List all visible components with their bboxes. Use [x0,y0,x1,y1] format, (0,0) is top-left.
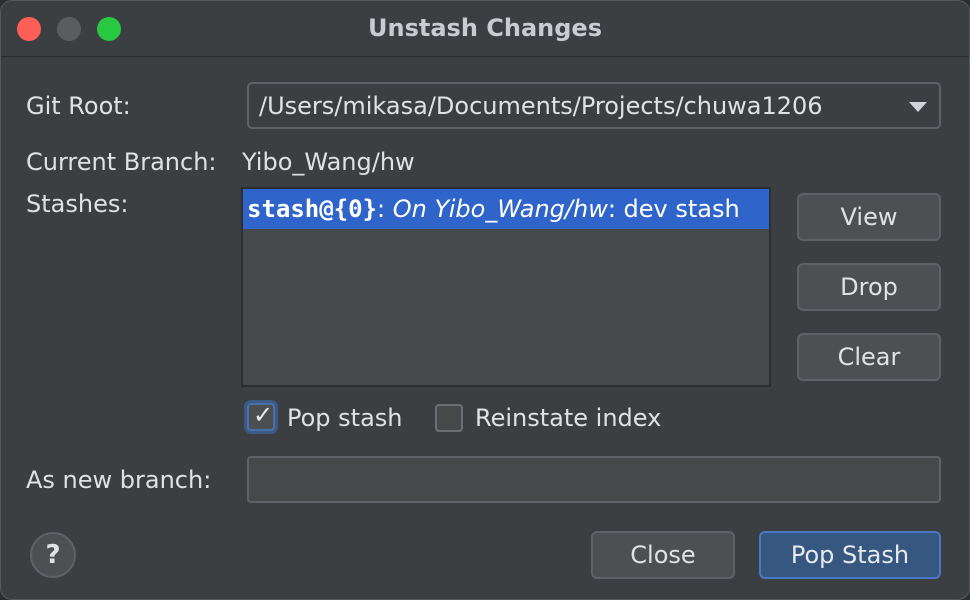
stash-list[interactable]: stash@{0}: On Yibo_Wang/hw: dev stash [241,187,771,387]
stash-branch: On Yibo_Wang/hw [392,195,608,223]
help-button[interactable]: ? [30,532,76,578]
reinstate-index-label[interactable]: Reinstate index [475,404,661,432]
new-branch-label: As new branch: [26,466,212,494]
chevron-down-icon [909,102,927,112]
stash-list-item[interactable]: stash@{0}: On Yibo_Wang/hw: dev stash [243,189,769,229]
clear-button[interactable]: Clear [797,333,941,381]
pop-stash-button[interactable]: Pop Stash [759,531,941,579]
current-branch-label: Current Branch: [26,148,217,176]
stashes-label: Stashes: [26,190,129,218]
stash-ref: stash@{0} [247,195,378,223]
title-bar: Unstash Changes [1,1,969,57]
pop-stash-checkbox[interactable]: ✓ [247,401,275,431]
checkmark-icon: ✓ [253,401,274,429]
pop-stash-label[interactable]: Pop stash [287,404,403,432]
view-button[interactable]: View [797,193,941,241]
stash-separator: : [377,195,393,223]
current-branch-value: Yibo_Wang/hw [242,148,415,176]
git-root-value: /Users/mikasa/Documents/Projects/chuwa12… [259,92,823,120]
new-branch-input[interactable] [247,456,941,503]
window-title: Unstash Changes [368,14,602,42]
stash-separator: : [607,195,624,223]
reinstate-index-checkbox[interactable] [435,404,463,432]
close-button[interactable]: Close [591,531,735,579]
stash-message: dev stash [623,195,740,223]
unstash-dialog: Unstash Changes Git Root: /Users/mikasa/… [0,0,970,600]
git-root-label: Git Root: [26,92,131,120]
drop-button[interactable]: Drop [797,263,941,311]
git-root-dropdown[interactable]: /Users/mikasa/Documents/Projects/chuwa12… [247,82,941,129]
